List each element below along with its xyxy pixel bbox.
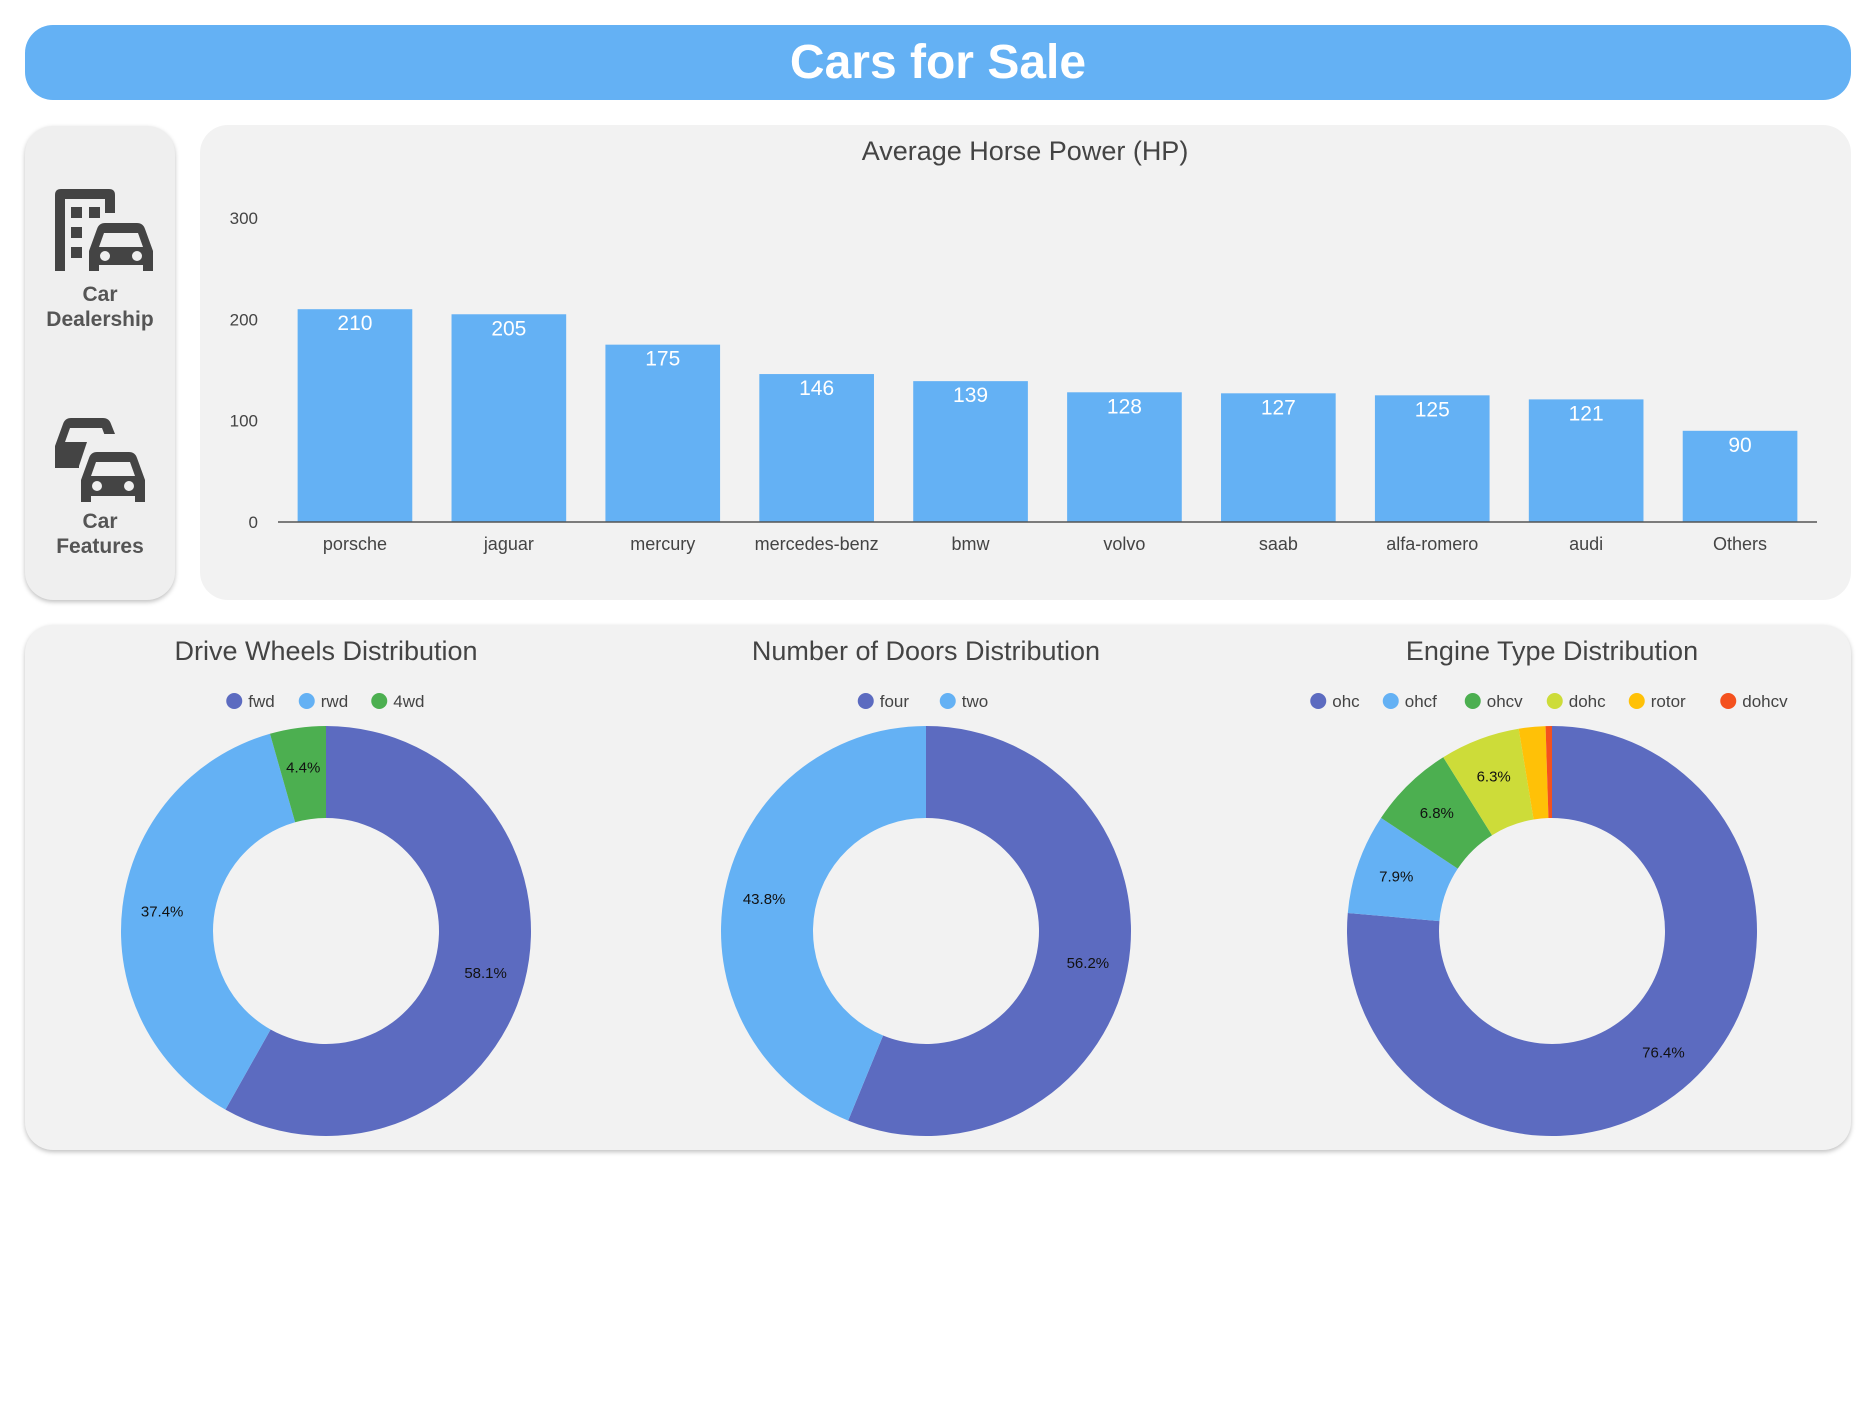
bar-value-label: 121 [1569, 402, 1604, 425]
x-tick-label: volvo [1103, 534, 1145, 554]
distribution-panel: Drive Wheels Distribution Number of Door… [25, 625, 1851, 1150]
legend-marker [226, 693, 243, 709]
legend-label: ohcv [1487, 692, 1523, 711]
x-tick-label: porsche [323, 534, 387, 554]
legend-label: dohcv [1742, 692, 1788, 711]
y-tick-label: 0 [249, 513, 258, 532]
building-car-icon [55, 189, 153, 271]
legend-marker [939, 693, 956, 709]
bar-value-label: 139 [953, 384, 988, 407]
legend-marker [1382, 693, 1399, 709]
legend-marker [1546, 693, 1563, 709]
page-title: Cars for Sale [789, 36, 1087, 89]
bar [605, 344, 721, 522]
legend-label: rotor [1651, 692, 1686, 711]
legend-label: dohc [1569, 692, 1606, 711]
cars-icon [55, 418, 145, 502]
slice-percent-label: 56.2% [1067, 955, 1110, 972]
chart-title: Number of Doors Distribution [752, 636, 1100, 666]
bar-value-label: 90 [1728, 434, 1751, 457]
x-tick-label: bmw [952, 534, 991, 554]
sidebar-item-label: Dealership [46, 308, 154, 331]
sidebar-item-car-features[interactable]: Car Features [25, 398, 175, 559]
legend-marker [1720, 693, 1737, 709]
chart-title: Engine Type Distribution [1406, 636, 1698, 666]
legend-marker [371, 693, 388, 709]
slice-percent-label: 7.9% [1379, 869, 1413, 886]
x-tick-label: saab [1259, 534, 1298, 554]
y-tick-label: 100 [230, 412, 258, 431]
bar-value-label: 146 [799, 377, 834, 400]
sidebar-item-label: Features [56, 535, 144, 558]
bar-value-label: 175 [645, 348, 680, 371]
legend-label: two [962, 692, 988, 711]
bar [451, 314, 567, 522]
slice-percent-label: 4.4% [286, 760, 320, 777]
distribution-charts: Drive Wheels Distribution Number of Door… [121, 636, 1788, 1136]
sidebar: Car Dealership Car Features [25, 126, 175, 600]
legend-marker [1628, 693, 1645, 709]
bar-value-label: 205 [491, 317, 526, 340]
x-tick-label: alfa-romero [1386, 534, 1478, 554]
legend-marker [298, 693, 315, 709]
bar [297, 309, 413, 522]
chart-title: Average Horse Power (HP) [862, 136, 1189, 166]
x-tick-label: jaguar [483, 534, 534, 554]
sidebar-item-label: Car [82, 510, 118, 533]
slice-percent-label: 6.8% [1420, 805, 1454, 822]
title-bar: Cars for Sale [25, 25, 1851, 100]
x-tick-label: mercury [630, 534, 695, 554]
legend-label: four [880, 692, 910, 711]
legend-label: ohc [1332, 692, 1360, 711]
slice-percent-label: 58.1% [464, 965, 507, 982]
slice-percent-label: 37.4% [141, 904, 184, 921]
sidebar-item-car-dealership[interactable]: Car Dealership [25, 171, 175, 332]
slice-percent-label: 6.3% [1477, 769, 1511, 786]
hp-chart-panel: Average Horse Power (HP) 0 100 200 300 210 po… [200, 125, 1851, 600]
bar-value-label: 127 [1261, 396, 1296, 419]
legend-marker [1464, 693, 1481, 709]
slice-percent-label: 76.4% [1642, 1045, 1685, 1062]
bar-value-label: 128 [1107, 395, 1142, 418]
hp-bar-chart: Average Horse Power (HP) 0 100 200 300 210 po… [230, 136, 1817, 554]
chart-title: Drive Wheels Distribution [174, 636, 477, 666]
x-tick-label: mercedes-benz [755, 534, 879, 554]
x-tick-label: audi [1569, 534, 1603, 554]
bar-value-label: 210 [337, 312, 372, 335]
sidebar-item-label: Car [82, 283, 118, 306]
x-tick-label: Others [1713, 534, 1767, 554]
y-tick-label: 300 [230, 209, 258, 228]
legend-marker [1310, 693, 1327, 709]
slice-percent-label: 43.8% [743, 891, 786, 908]
legend-label: 4wd [393, 692, 424, 711]
bar-value-label: 125 [1415, 398, 1450, 421]
legend-label: fwd [248, 692, 274, 711]
y-tick-label: 200 [230, 310, 258, 329]
legend-label: ohcf [1405, 692, 1437, 711]
legend-label: rwd [321, 692, 348, 711]
legend-marker [857, 693, 874, 709]
